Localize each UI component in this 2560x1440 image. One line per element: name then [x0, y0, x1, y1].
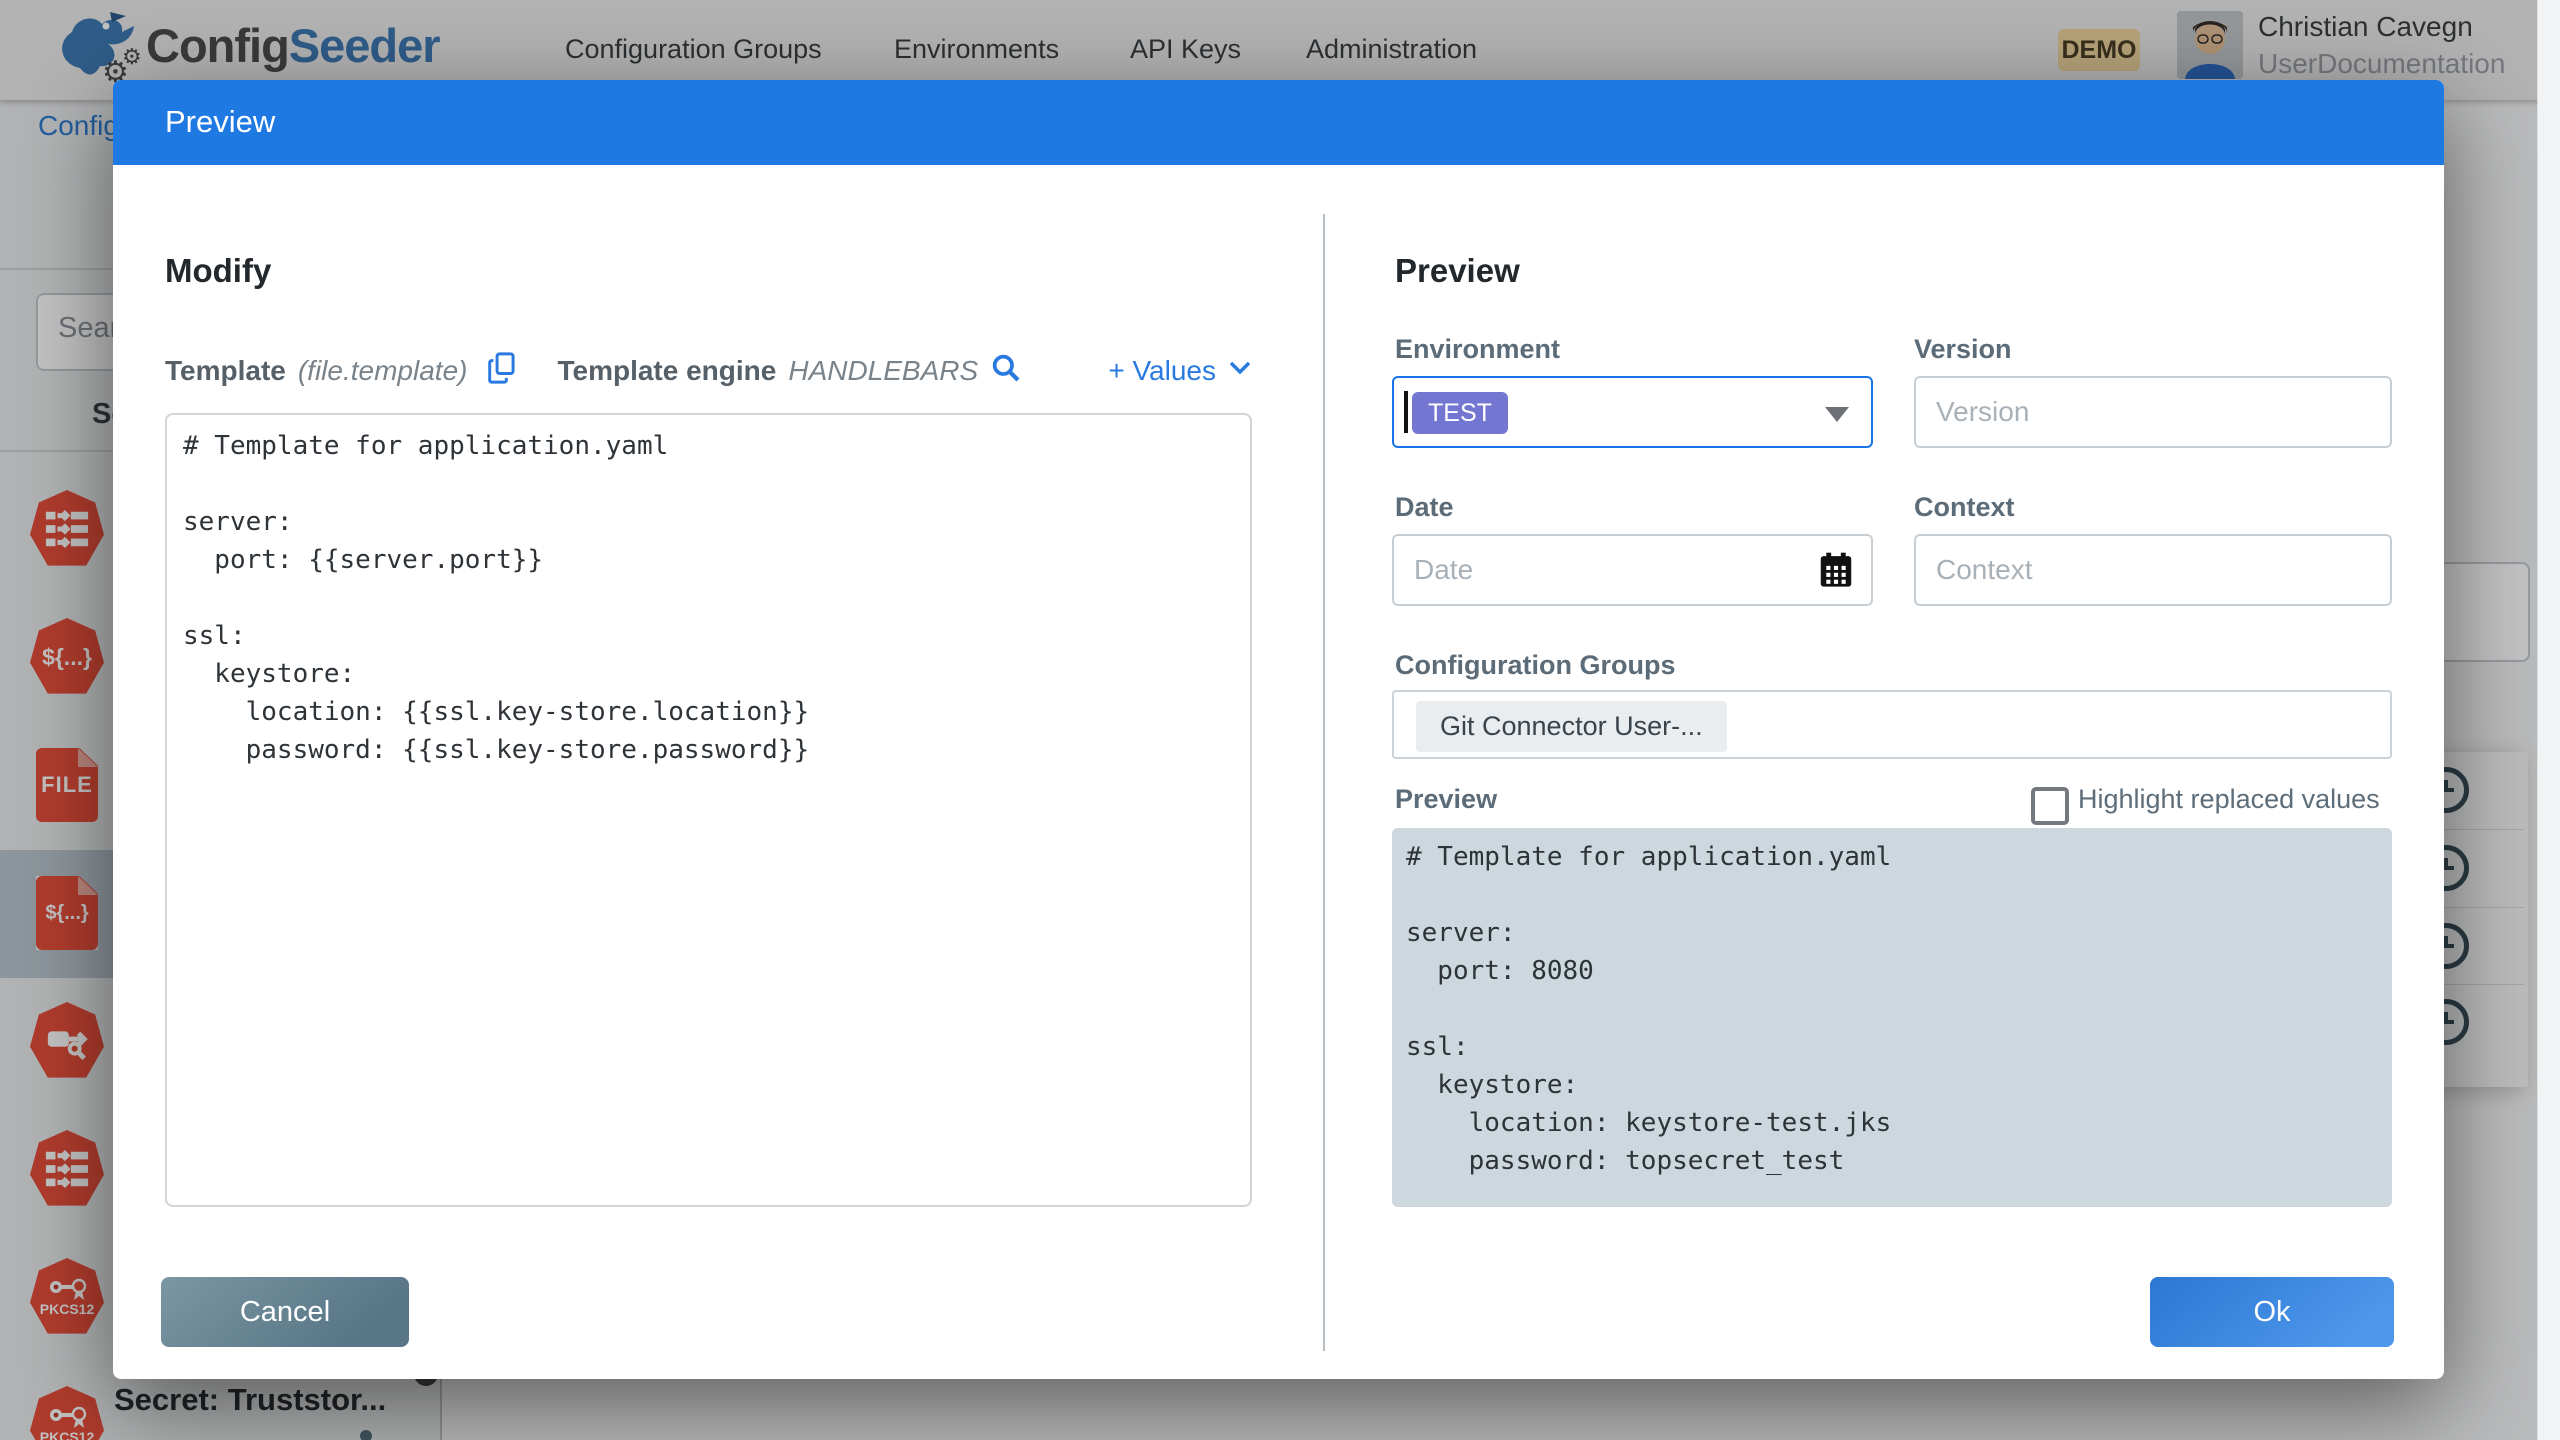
- environment-chip[interactable]: TEST: [1412, 392, 1508, 434]
- scrollbar-track[interactable]: [2537, 0, 2560, 1440]
- configuration-groups-field[interactable]: Git Connector User-...: [1392, 690, 2392, 759]
- app-screen: ⚙ ⚙ ConfigSeeder Configuration Groups En…: [0, 0, 2560, 1440]
- preview-heading: Preview: [1395, 252, 1520, 290]
- date-input[interactable]: [1392, 534, 1873, 606]
- template-filename: (file.template): [298, 355, 468, 387]
- version-input[interactable]: [1914, 376, 2392, 448]
- highlight-checkbox-label[interactable]: Highlight replaced values: [2078, 784, 2380, 815]
- calendar-icon[interactable]: [1819, 552, 1853, 593]
- dialog-titlebar: [113, 80, 2444, 165]
- text-cursor: [1404, 391, 1408, 433]
- values-toggle[interactable]: + Values: [1108, 355, 1216, 387]
- context-label: Context: [1914, 492, 2015, 523]
- dropdown-caret-icon[interactable]: [1825, 407, 1849, 422]
- preview-dialog: Preview Modify Template (file.template) …: [113, 80, 2444, 1379]
- modify-heading: Modify: [165, 252, 271, 290]
- template-engine-label: Template engine: [557, 355, 776, 387]
- cancel-button[interactable]: Cancel: [161, 1277, 409, 1347]
- template-editor[interactable]: # Template for application.yaml server: …: [165, 413, 1252, 1207]
- template-code[interactable]: # Template for application.yaml server: …: [167, 415, 1250, 781]
- preview-code: # Template for application.yaml server: …: [1392, 828, 2392, 1190]
- template-label: Template: [165, 355, 286, 387]
- template-toolbar: Template (file.template) Template engine…: [165, 352, 1252, 389]
- highlight-checkbox[interactable]: [2031, 787, 2069, 825]
- preview-output: # Template for application.yaml server: …: [1392, 828, 2392, 1207]
- template-engine-value: HANDLEBARS: [788, 355, 978, 387]
- column-divider: [1323, 214, 1325, 1351]
- configuration-group-chip[interactable]: Git Connector User-...: [1416, 701, 1727, 752]
- environment-label: Environment: [1395, 334, 1560, 365]
- context-input[interactable]: [1914, 534, 2392, 606]
- version-label: Version: [1914, 334, 2012, 365]
- configuration-groups-label: Configuration Groups: [1395, 650, 1675, 681]
- environment-select[interactable]: TEST: [1392, 376, 1873, 448]
- chevron-down-icon[interactable]: [1228, 360, 1252, 381]
- search-icon[interactable]: [990, 352, 1022, 389]
- ok-button[interactable]: Ok: [2150, 1277, 2394, 1347]
- date-label: Date: [1395, 492, 1454, 523]
- copy-icon[interactable]: [487, 352, 517, 389]
- preview-output-label: Preview: [1395, 784, 1497, 815]
- dialog-title: Preview: [165, 104, 275, 140]
